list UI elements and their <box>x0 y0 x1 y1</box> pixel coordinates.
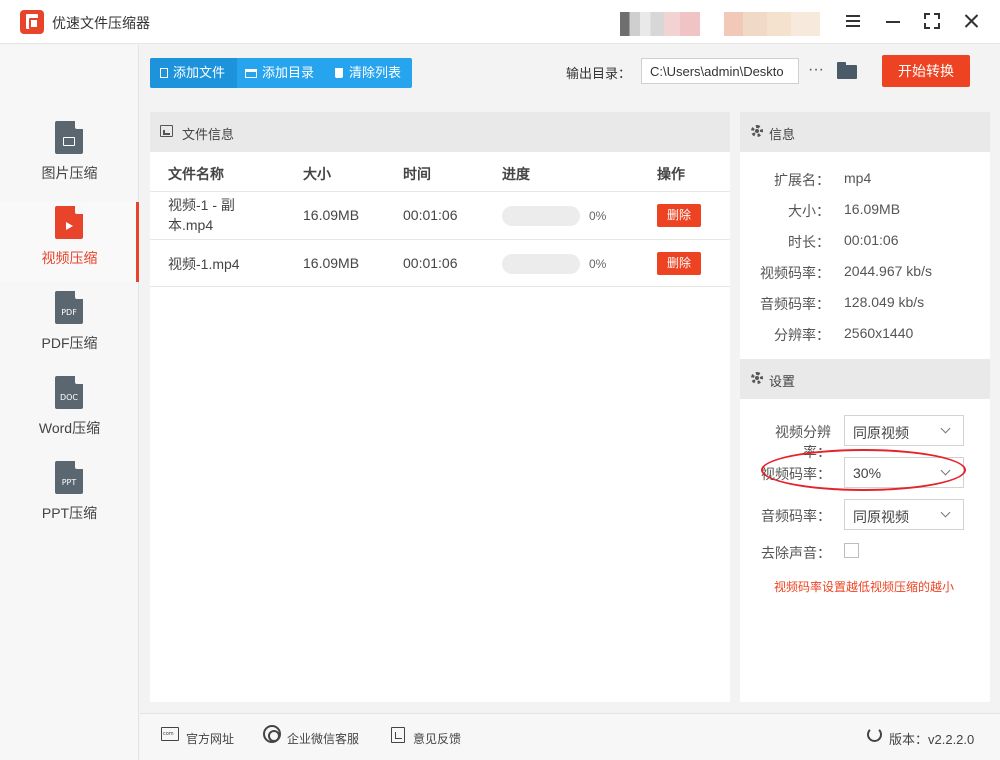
video-resolution-select[interactable]: 同原视频 <box>844 415 964 446</box>
file-icon <box>160 68 168 78</box>
info-value-audio-bitrate: 128.049 kb/s <box>844 294 925 310</box>
sidebar-item-video-compress[interactable]: 视频压缩 <box>0 202 139 282</box>
add-file-button[interactable]: 添加文件 <box>150 58 237 88</box>
gear-icon <box>751 125 763 137</box>
sidebar-item-word-compress[interactable]: DOC Word压缩 <box>0 372 139 452</box>
sidebar-item-label: PPT压缩 <box>41 505 98 521</box>
info-title: 信息 <box>769 127 796 142</box>
minimize-icon[interactable] <box>882 10 904 32</box>
close-icon[interactable] <box>960 10 982 32</box>
feedback-link[interactable]: 意见反馈 <box>413 730 461 747</box>
settings-title: 设置 <box>769 374 796 389</box>
table-row[interactable]: 视频-1 - 副本.mp4 16.09MB 00:01:06 0% 删除 <box>150 191 730 239</box>
app-logo-icon <box>20 10 44 34</box>
trash-icon <box>335 68 343 78</box>
video-resolution-label: 视频分辨率： <box>775 424 831 460</box>
sidebar-item-image-compress[interactable]: 图片压缩 <box>0 117 139 197</box>
delete-button[interactable]: 删除 <box>657 204 701 227</box>
file-toolbar: 添加文件 添加目录 清除列表 <box>150 58 412 88</box>
video-bitrate-select[interactable]: 30% <box>844 457 964 488</box>
video-doc-icon <box>55 206 83 239</box>
file-time: 00:01:06 <box>403 255 458 271</box>
progress-percent: 0% <box>589 257 607 271</box>
folder-icon <box>245 69 257 78</box>
info-key-duration: 时长： <box>788 234 830 250</box>
sidebar-item-pdf-compress[interactable]: PDF PDF压缩 <box>0 287 139 367</box>
wechat-service-icon <box>263 725 281 743</box>
gear-icon <box>751 372 763 384</box>
table-row[interactable]: 视频-1.mp4 16.09MB 00:01:06 0% 删除 <box>150 239 730 287</box>
website-icon <box>161 727 179 741</box>
output-dir-input[interactable] <box>641 58 799 84</box>
website-link[interactable]: 官方网址 <box>186 730 234 747</box>
column-header-time: 时间 <box>403 166 431 182</box>
sidebar-item-label: PDF压缩 <box>41 335 98 351</box>
menu-icon[interactable] <box>842 10 864 32</box>
file-size: 16.09MB <box>303 207 360 223</box>
title-bar: 优速文件压缩器 <box>0 0 1000 44</box>
clear-list-button[interactable]: 清除列表 <box>325 58 412 88</box>
feedback-icon <box>391 727 405 743</box>
info-key-size: 大小： <box>788 203 830 219</box>
footer: 官方网址 企业微信客服 意见反馈 版本：v2.2.2.0 <box>140 713 1000 760</box>
file-size: 16.09MB <box>303 255 360 271</box>
image-icon <box>160 125 173 137</box>
file-name: 视频-1 - 副本.mp4 <box>168 197 235 233</box>
info-key-resolution: 分辨率： <box>774 327 830 343</box>
bitrate-hint: 视频码率设置越低视频压缩的越小 <box>774 580 955 594</box>
info-panel: 信息 扩展名： mp4 大小： 16.09MB 时长： 00:01:06 视频码… <box>740 112 990 702</box>
info-value-duration: 00:01:06 <box>844 232 899 248</box>
info-header: 信息 <box>740 112 990 152</box>
open-folder-icon[interactable] <box>837 62 857 80</box>
sidebar-item-label: 视频压缩 <box>41 250 98 266</box>
audio-bitrate-select[interactable]: 同原视频 <box>844 499 964 530</box>
add-directory-button[interactable]: 添加目录 <box>237 58 325 88</box>
version-label: 版本：v2.2.2.0 <box>889 732 975 747</box>
info-key-video-bitrate: 视频码率： <box>760 265 830 281</box>
ppt-doc-icon: PPT <box>55 461 83 494</box>
column-header-action: 操作 <box>657 166 685 182</box>
browse-more-button[interactable]: ··· <box>806 58 826 84</box>
progress-bar <box>502 254 580 274</box>
column-header-progress: 进度 <box>502 166 530 182</box>
user-avatar[interactable] <box>620 12 700 36</box>
column-header-name: 文件名称 <box>168 166 224 182</box>
user-name-area[interactable] <box>724 12 820 36</box>
column-header-size: 大小 <box>303 166 331 182</box>
sidebar-item-label: 图片压缩 <box>41 165 98 181</box>
remove-audio-label: 去除声音： <box>761 545 831 561</box>
wechat-service-link[interactable]: 企业微信客服 <box>287 730 359 747</box>
settings-header: 设置 <box>740 359 990 399</box>
pdf-doc-icon: PDF <box>55 291 83 324</box>
info-key-audio-bitrate: 音频码率： <box>760 296 830 312</box>
info-value-video-bitrate: 2044.967 kb/s <box>844 263 932 279</box>
progress-bar <box>502 206 580 226</box>
file-time: 00:01:06 <box>403 207 458 223</box>
info-value-resolution: 2560x1440 <box>844 325 914 341</box>
file-panel-header: 文件信息 <box>150 112 730 152</box>
info-key-extension: 扩展名： <box>774 172 830 188</box>
app-title: 优速文件压缩器 <box>52 15 150 31</box>
delete-button[interactable]: 删除 <box>657 252 701 275</box>
output-dir-label: 输出目录： <box>566 66 632 81</box>
chevron-down-icon <box>940 507 951 518</box>
sidebar-item-label: Word压缩 <box>38 420 101 436</box>
chevron-down-icon <box>940 423 951 434</box>
audio-bitrate-label: 音频码率： <box>761 508 831 524</box>
maximize-icon[interactable] <box>921 10 943 32</box>
refresh-icon[interactable] <box>867 727 882 742</box>
file-panel-title: 文件信息 <box>182 127 235 142</box>
info-value-size: 16.09MB <box>844 201 901 217</box>
image-doc-icon <box>55 121 83 154</box>
video-bitrate-label: 视频码率： <box>761 466 831 482</box>
start-convert-button[interactable]: 开始转换 <box>882 55 970 87</box>
chevron-down-icon <box>940 465 951 476</box>
info-value-extension: mp4 <box>844 170 872 186</box>
sidebar-item-ppt-compress[interactable]: PPT PPT压缩 <box>0 457 139 537</box>
doc-doc-icon: DOC <box>55 376 83 409</box>
remove-audio-checkbox[interactable] <box>844 543 859 558</box>
sidebar: 图片压缩 视频压缩 PDF PDF压缩 DOC Word压缩 PPT PPT压缩 <box>0 45 139 760</box>
progress-percent: 0% <box>589 209 607 223</box>
file-list-panel: 文件信息 文件名称 大小 时间 进度 操作 视频-1 - 副本.mp4 16.0… <box>150 112 730 702</box>
